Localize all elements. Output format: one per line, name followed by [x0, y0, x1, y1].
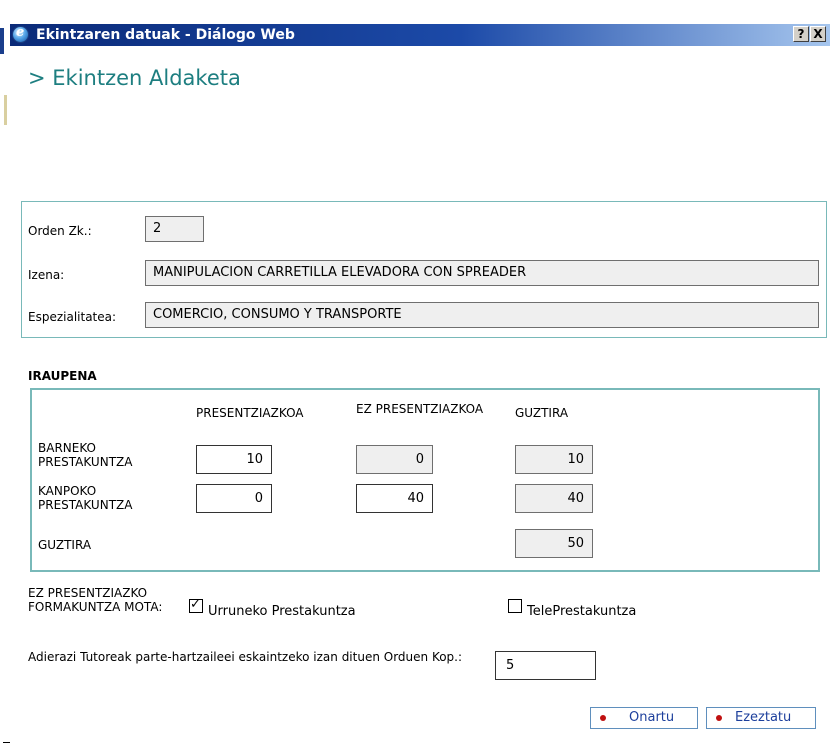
- bullet-icon: [600, 715, 606, 721]
- internal-non-presential-field: 0: [356, 445, 433, 474]
- background-window-edge: [4, 95, 7, 125]
- external-total-field: 40: [515, 484, 593, 513]
- training-type-label: EZ PRESENTZIAZKO FORMAKUNTZA MOTA:: [28, 586, 163, 614]
- row-label-internal: BARNEKO PRESTAKUNTZA: [38, 441, 133, 469]
- remote-training-label: Urruneko Prestakuntza: [208, 604, 356, 619]
- order-label: Orden Zk.:: [28, 224, 92, 238]
- background-window-edge: [3, 742, 10, 743]
- row-label-external: KANPOKO PRESTAKUNTZA: [38, 484, 133, 512]
- external-non-presential-input[interactable]: 40: [356, 484, 433, 513]
- col-header-presential: PRESENTZIAZKOA: [196, 406, 304, 420]
- page-title: > Ekintzen Aldaketa: [28, 66, 241, 90]
- cancel-button[interactable]: Ezeztatu: [706, 707, 816, 729]
- teletraining-label: TelePrestakuntza: [527, 604, 637, 619]
- duration-section-title: IRAUPENA: [28, 369, 97, 383]
- cancel-button-label: Ezeztatu: [735, 710, 792, 725]
- external-presential-input[interactable]: 0: [196, 484, 272, 513]
- tutor-hours-label: Adierazi Tutoreak parte-hartzaileei eska…: [28, 650, 463, 664]
- specialty-field[interactable]: COMERCIO, CONSUMO Y TRANSPORTE: [145, 302, 819, 328]
- internal-total-field: 10: [515, 445, 593, 474]
- bullet-icon: [716, 715, 722, 721]
- tutor-hours-input[interactable]: 5: [495, 651, 596, 680]
- internal-presential-input[interactable]: 10: [196, 445, 272, 474]
- grand-total-field: 50: [515, 529, 593, 558]
- accept-button-label: Onartu: [629, 710, 675, 725]
- background-window-edge: [0, 28, 4, 54]
- accept-button[interactable]: Onartu: [590, 707, 698, 729]
- col-header-total: GUZTIRA: [515, 406, 569, 420]
- dialog-titlebar[interactable]: e Ekintzaren datuak - Diálogo Web ? X: [10, 24, 830, 46]
- browser-icon: e: [12, 25, 29, 43]
- teletraining-checkbox[interactable]: [508, 599, 522, 613]
- close-button[interactable]: X: [810, 26, 826, 42]
- name-label: Izena:: [28, 268, 65, 282]
- dialog-title: Ekintzaren datuak - Diálogo Web: [36, 27, 295, 43]
- remote-training-checkbox[interactable]: [189, 597, 203, 613]
- row-label-total: GUZTIRA: [38, 538, 92, 552]
- col-header-non-presential: EZ PRESENTZIAZKOA: [356, 402, 484, 416]
- order-number-field[interactable]: 2: [145, 216, 204, 242]
- name-field[interactable]: MANIPULACION CARRETILLA ELEVADORA CON SP…: [145, 260, 819, 286]
- help-button[interactable]: ?: [793, 26, 809, 42]
- specialty-label: Espezialitatea:: [28, 310, 117, 324]
